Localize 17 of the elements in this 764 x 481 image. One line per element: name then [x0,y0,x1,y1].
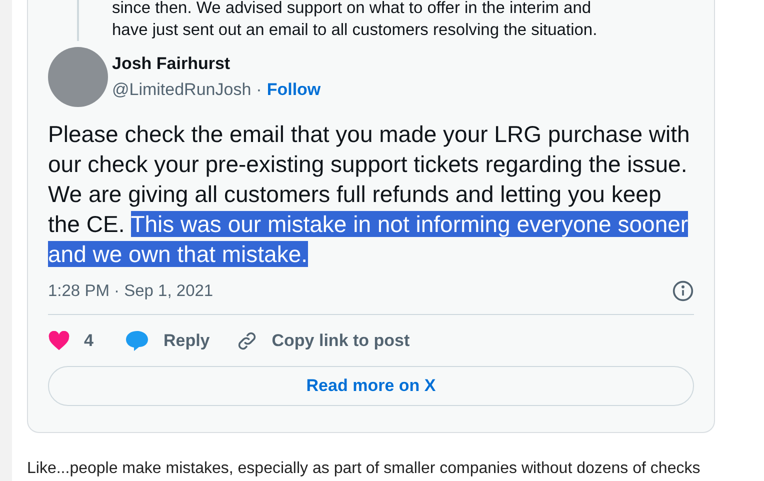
like-button[interactable]: 4 [48,328,94,354]
separator-dot: · [256,78,262,100]
article-paragraph: Like...people make mistakes, especially as part of smaller companies without dozens of checks [27,459,702,479]
link-icon [236,330,258,352]
post-timestamp[interactable]: 1:28 PM · Sep 1, 2021 [48,278,214,304]
speech-bubble-icon [125,330,150,352]
heart-icon [48,331,70,351]
author-handle[interactable]: @LimitedRunJosh [112,76,252,102]
quoted-post-text: since then. We advised support on what to offer in the interim and [112,0,592,19]
copy-link-button[interactable]: Copy link to post [236,328,410,354]
author-name[interactable]: Josh Fairhurst [112,52,321,76]
quoted-post-text: have just sent out an email to all customers resolving the situation. [112,20,598,41]
info-icon[interactable] [672,280,694,302]
read-more-button[interactable]: Read more on X [48,366,694,406]
post-text: Please check the email that you made your LRG purchase with our check your pre-existing support tickets regarding the issue. We are giving all customers full refunds and letting you keep the CE. This was our mistake in not informing everyone sooner and we own that mistake. [48,120,691,269]
follow-link[interactable]: Follow [266,76,321,102]
reply-button[interactable]: Reply [125,328,210,354]
